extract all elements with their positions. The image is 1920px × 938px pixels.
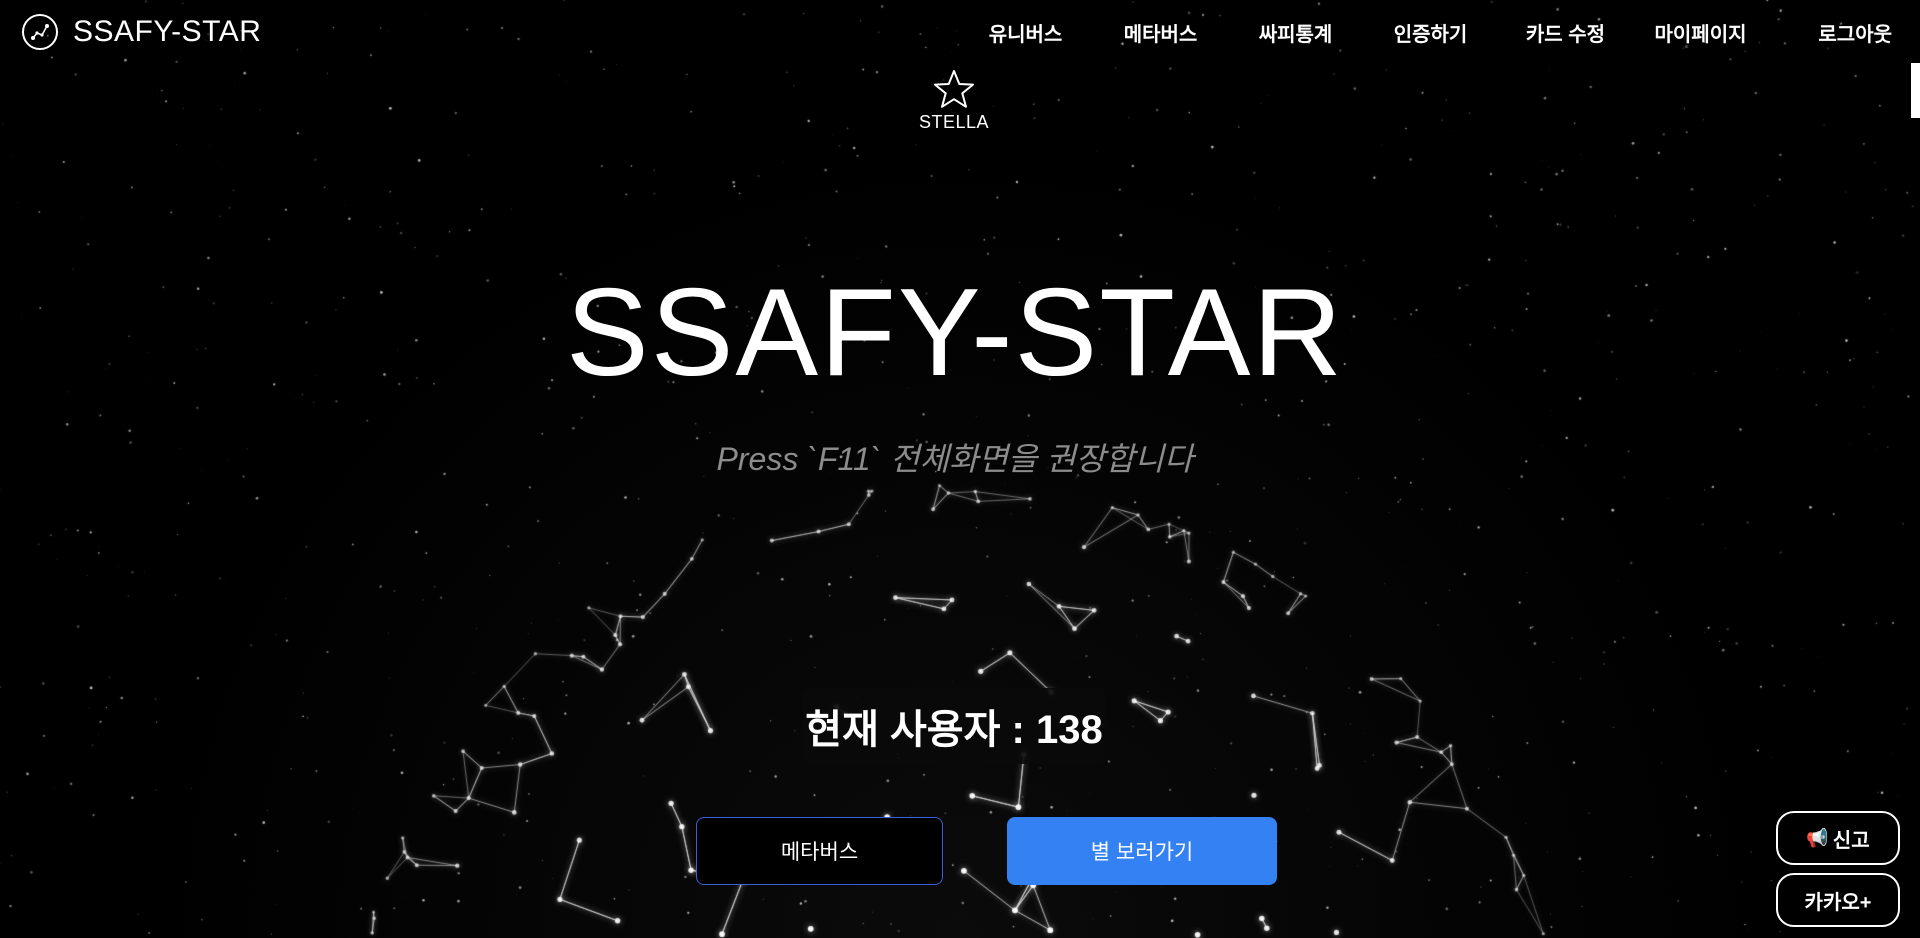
nav-universe[interactable]: 유니버스 xyxy=(958,18,1093,47)
brand-link[interactable]: SSAFY-STAR xyxy=(21,13,261,51)
star-outline-icon xyxy=(934,70,974,108)
nav-mypage[interactable]: 마이페이지 xyxy=(1633,18,1768,47)
edge-scroll-handle[interactable] xyxy=(1911,63,1920,118)
top-navigation-bar: SSAFY-STAR 유니버스 메타버스 싸피통계 인증하기 카드 수정 마이페… xyxy=(0,0,1920,64)
nav-edit-card[interactable]: 카드 수정 xyxy=(1498,18,1633,47)
metaverse-button[interactable]: 메타버스 xyxy=(696,817,943,885)
fullscreen-hint: Press `F11` 전체화면을 권장합니다 xyxy=(716,441,1194,477)
brand-name: SSAFY-STAR xyxy=(73,15,262,48)
main-nav: 유니버스 메타버스 싸피통계 인증하기 카드 수정 마이페이지 로그아웃 xyxy=(958,18,1892,47)
main-stage: SSAFY-STAR 유니버스 메타버스 싸피통계 인증하기 카드 수정 마이페… xyxy=(0,0,1920,938)
nav-statistics[interactable]: 싸피통계 xyxy=(1228,18,1363,47)
current-user-count: 현재 사용자 : 138 xyxy=(803,688,1105,764)
report-button[interactable]: 📢 신고 xyxy=(1776,811,1900,865)
stella-label: STELLA xyxy=(918,112,990,132)
nav-logout[interactable]: 로그아웃 xyxy=(1768,18,1892,47)
nav-verify[interactable]: 인증하기 xyxy=(1363,18,1498,47)
constellation-logo-icon xyxy=(22,14,58,50)
stella-button[interactable]: STELLA xyxy=(918,68,990,133)
kakao-plus-button[interactable]: 카카오+ xyxy=(1776,873,1900,927)
view-stars-button[interactable]: 별 보러가기 xyxy=(1007,817,1277,885)
report-label: 신고 xyxy=(1832,829,1870,852)
nav-metaverse[interactable]: 메타버스 xyxy=(1093,18,1228,47)
hero-title: SSAFY-STAR xyxy=(566,264,1344,402)
megaphone-icon: 📢 xyxy=(1806,827,1829,848)
